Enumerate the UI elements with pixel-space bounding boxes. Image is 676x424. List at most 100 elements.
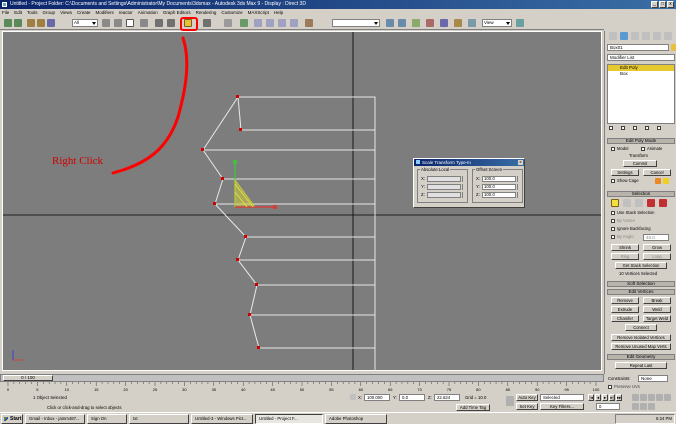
offset-x-spinner-arrows[interactable] (517, 176, 520, 182)
vertex-level-icon[interactable] (611, 199, 619, 207)
select-by-name-icon[interactable] (114, 19, 122, 27)
chamfer-button[interactable]: Chamfer (611, 315, 639, 322)
object-color-swatch[interactable] (671, 44, 676, 51)
utilities-tab-icon[interactable] (664, 32, 672, 40)
edit-poly-mode-rollout[interactable]: Edit Poly Mode (607, 138, 675, 144)
target-weld-button[interactable]: Target Weld (643, 315, 671, 322)
display-tab-icon[interactable] (653, 32, 661, 40)
menu-graph-editors[interactable]: Graph Editors (163, 9, 191, 16)
select-object-icon[interactable] (102, 19, 110, 27)
modifier-list-dropdown[interactable]: Modifier List (607, 54, 675, 61)
close-button[interactable]: x (667, 1, 674, 8)
next-frame-icon[interactable]: ▸| (609, 394, 615, 401)
constraints-dropdown[interactable]: None (638, 375, 668, 382)
preserve-uvs-checkbox[interactable]: Preserve UVs (608, 384, 640, 389)
go-to-start-icon[interactable]: |◂ (588, 394, 594, 401)
render-scene-icon[interactable] (468, 19, 476, 27)
select-and-rotate-icon[interactable] (167, 19, 175, 27)
edge-level-icon[interactable] (623, 199, 631, 207)
get-stack-selection-button[interactable]: Get Stack Selection (615, 262, 667, 269)
create-tab-icon[interactable] (609, 32, 617, 40)
absolute-z-field[interactable] (427, 192, 461, 198)
absolute-y-spinner-arrows[interactable] (462, 184, 465, 190)
task-3ds-max[interactable]: Untitled - Project F... (255, 413, 323, 424)
unlink-icon[interactable] (37, 19, 45, 27)
layer-manager-icon[interactable] (412, 19, 420, 27)
go-to-end-icon[interactable]: ▸▸ (616, 394, 622, 401)
make-unique-icon[interactable] (633, 126, 637, 130)
rectangular-selection-icon[interactable] (126, 19, 134, 27)
task-windows-picture-viewer[interactable]: Untitled-3 - Windows Pict... (191, 413, 253, 424)
show-cage-checkbox[interactable]: Show Cage (611, 178, 639, 183)
z-coordinate-field[interactable]: 22.624 (434, 394, 460, 401)
modify-tab-icon[interactable] (620, 32, 628, 40)
menu-file[interactable]: File (2, 9, 9, 16)
offset-y-spinner-arrows[interactable] (517, 184, 520, 190)
remove-unused-map-verts-button[interactable]: Remove Unused Map Verts (611, 343, 671, 350)
element-level-icon[interactable] (659, 199, 667, 207)
task-photoshop[interactable]: Adobe Photoshop (325, 413, 387, 424)
undo-icon[interactable] (4, 19, 12, 27)
zoom-all-icon[interactable] (640, 394, 647, 401)
dialog-close-button[interactable]: x (518, 160, 523, 165)
shrink-button[interactable]: Shrink (611, 244, 639, 251)
soft-selection-rollout[interactable]: Soft Selection (607, 281, 675, 287)
commit-button[interactable]: Commit (623, 160, 657, 167)
menu-modifiers[interactable]: Modifiers (96, 9, 114, 16)
menu-edit[interactable]: Edit (14, 9, 22, 16)
menu-reactor[interactable]: reactor (119, 9, 133, 16)
key-mode-dropdown[interactable]: Selected (540, 394, 584, 401)
offset-x-field[interactable]: 100.0 (482, 176, 516, 182)
select-and-manipulate-icon[interactable] (240, 19, 248, 27)
grow-button[interactable]: Grow (643, 244, 671, 251)
repeat-last-button[interactable]: Repeat Last (615, 362, 667, 369)
percent-snap-icon[interactable] (278, 19, 286, 27)
zoom-extents-icon[interactable] (648, 394, 655, 401)
material-editor-icon[interactable] (454, 19, 462, 27)
edit-geometry-rollout[interactable]: Edit Geometry (607, 354, 675, 360)
reference-coordinate-icon[interactable] (203, 19, 211, 27)
minimize-button[interactable]: _ (651, 1, 658, 8)
x-coordinate-field[interactable]: 100.000 (364, 394, 390, 401)
schematic-view-icon[interactable] (440, 19, 448, 27)
menu-rendering[interactable]: Rendering (196, 9, 217, 16)
maximize-viewport-icon[interactable] (648, 402, 655, 410)
extrude-button[interactable]: Extrude (611, 306, 639, 313)
app-icon[interactable] (2, 2, 7, 7)
snaps-toggle-icon[interactable] (254, 19, 262, 27)
curve-editor-icon[interactable] (426, 19, 434, 27)
polygon-level-icon[interactable] (647, 199, 655, 207)
absolute-y-field[interactable] (427, 184, 461, 190)
cancel-button[interactable]: Cancel (643, 169, 671, 176)
task-sign-on[interactable]: Sign On (87, 413, 127, 424)
pin-stack-icon[interactable] (609, 126, 613, 130)
window-crossing-icon[interactable] (140, 19, 148, 27)
dialog-title-bar[interactable]: Scale Transform Type-In x (414, 159, 524, 166)
edit-vertices-rollout[interactable]: Edit Vertices (607, 289, 675, 295)
offset-z-field[interactable]: 100.0 (482, 192, 516, 198)
animate-radio[interactable]: Animate (641, 146, 662, 151)
bind-space-warp-icon[interactable] (47, 19, 55, 27)
by-vertex-checkbox[interactable]: By Vertex (611, 218, 635, 223)
selection-rollout[interactable]: Selection (607, 191, 675, 197)
set-key-icon[interactable] (506, 396, 514, 406)
selection-filter-dropdown[interactable]: All (72, 19, 98, 27)
cage-color-swatch[interactable] (655, 178, 661, 184)
lock-selection-icon[interactable] (350, 394, 356, 400)
by-angle-field[interactable]: 45.0 (643, 234, 669, 241)
align-icon[interactable] (398, 19, 406, 27)
zoom-icon[interactable] (632, 394, 639, 401)
task-txt[interactable]: txt (129, 413, 189, 424)
render-type-dropdown[interactable]: View (482, 19, 512, 27)
menu-tools[interactable]: Tools (27, 9, 38, 16)
key-filters-button[interactable]: Key Filters... (540, 403, 584, 410)
ignore-backfacing-checkbox[interactable]: Ignore Backfacing (611, 226, 651, 231)
pan-icon[interactable] (632, 402, 639, 410)
border-level-icon[interactable] (635, 199, 643, 207)
menu-group[interactable]: Group (43, 9, 56, 16)
use-pivot-center-icon[interactable] (224, 19, 232, 27)
spinner-snap-icon[interactable] (290, 19, 298, 27)
maximize-button[interactable]: □ (659, 1, 666, 8)
stack-item-box[interactable]: Box (608, 71, 674, 77)
select-and-move-icon[interactable] (155, 19, 163, 27)
